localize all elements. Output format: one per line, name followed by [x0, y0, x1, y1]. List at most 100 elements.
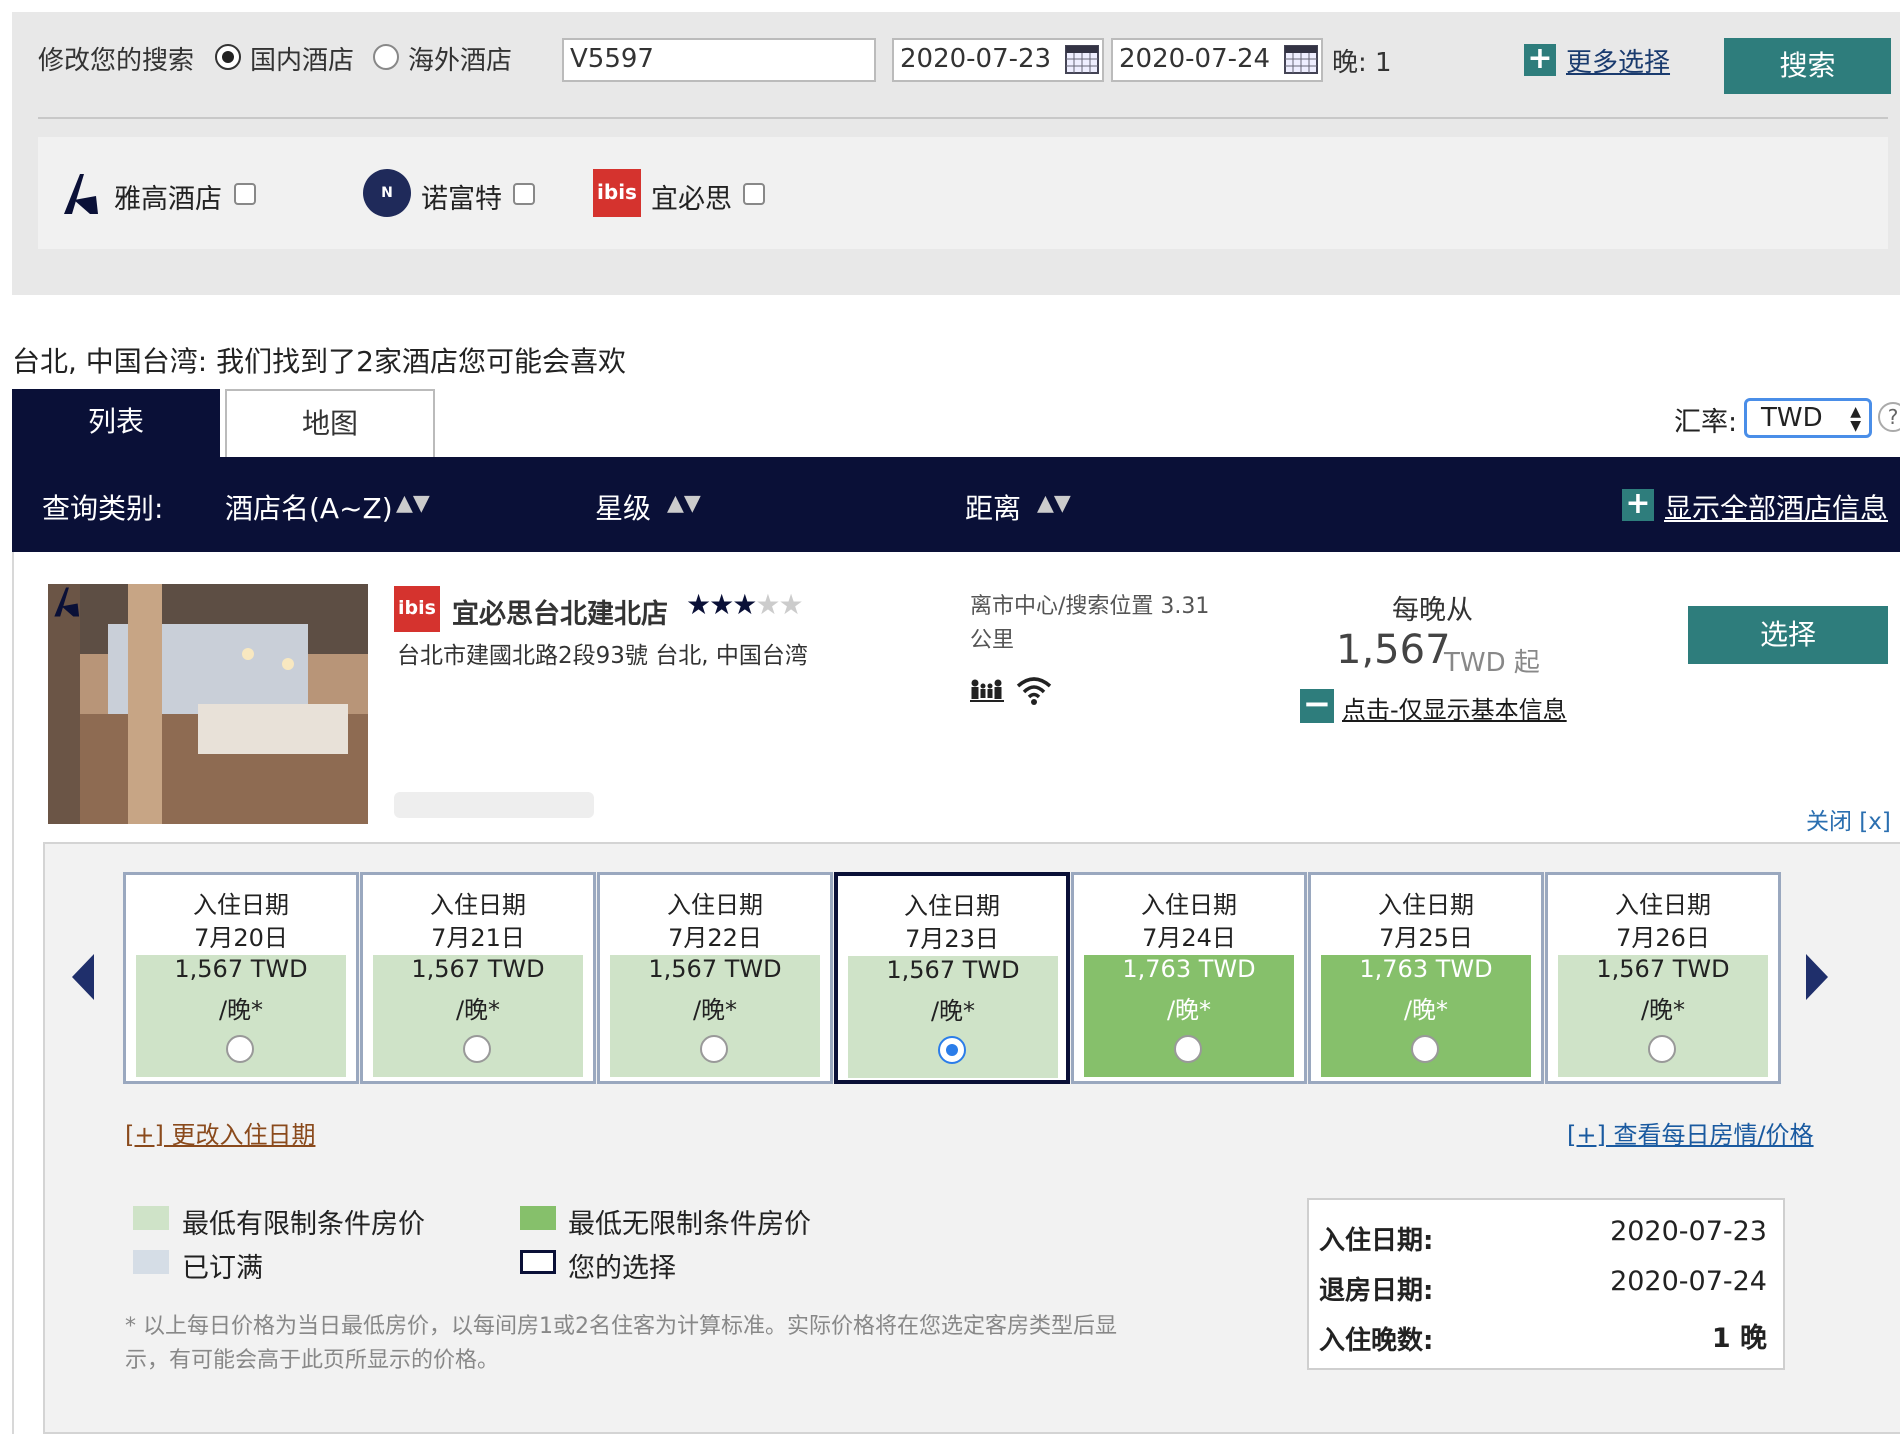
- family-icon: [970, 678, 1004, 708]
- hotel-photo[interactable]: [48, 584, 368, 824]
- select-button[interactable]: 选择: [1688, 606, 1888, 664]
- tab-list[interactable]: 列表: [12, 389, 220, 457]
- radio-domestic-label[interactable]: 国内酒店: [250, 40, 354, 77]
- accor-logo-icon: [50, 586, 82, 622]
- day-checkin-label: 入住日期: [1615, 891, 1711, 919]
- basic-info-link[interactable]: 点击-仅显示基本信息: [1342, 690, 1567, 725]
- calendar-icon[interactable]: [1284, 42, 1318, 74]
- sort-by-stars[interactable]: 星级: [595, 487, 651, 527]
- radio-domestic[interactable]: [215, 44, 241, 70]
- day-date: 7月21日: [431, 924, 525, 952]
- currency-value: TWD: [1761, 403, 1823, 433]
- day-radio[interactable]: [1411, 1035, 1439, 1063]
- day-radio[interactable]: [1648, 1035, 1676, 1063]
- show-all-hotels-link[interactable]: 显示全部酒店信息: [1664, 487, 1888, 527]
- brand-ibis-checkbox[interactable]: [743, 183, 765, 205]
- calendar-day-cell[interactable]: 入住日期 7月23日 1,567 TWD/晚*: [834, 872, 1070, 1084]
- search-button[interactable]: 搜索: [1724, 38, 1891, 94]
- legend-unrestricted-label: 最低无限制条件房价: [568, 1209, 811, 1240]
- sort-bar: 查询类别: 酒店名(A~Z) ▲▼ 星级 ▲▼ 距离 ▲▼ + 显示全部酒店信息: [12, 457, 1900, 552]
- sort-label: 查询类别:: [42, 492, 164, 525]
- day-checkin-label: 入住日期: [193, 891, 289, 919]
- day-date: 7月22日: [668, 924, 762, 952]
- day-per-night: /晚*: [218, 996, 264, 1024]
- day-price-box: 1,567 TWD/晚*: [848, 956, 1058, 1078]
- summary-checkin-label: 入住日期:: [1319, 1226, 1434, 1256]
- sort-by-name[interactable]: 酒店名(A~Z): [225, 487, 393, 527]
- day-price-box: 1,567 TWD/晚*: [1558, 955, 1768, 1077]
- brand-novotel-checkbox[interactable]: [513, 183, 535, 205]
- day-price: 1,567 TWD: [1596, 955, 1730, 983]
- price-note-line1: * 以上每日价格为当日最低房价，以每间房1或2名住客为计算标准。实际价格将在您选…: [125, 1314, 1117, 1339]
- wifi-icon: [1016, 674, 1052, 710]
- plus-icon[interactable]: +: [1622, 489, 1654, 521]
- more-options-link[interactable]: 更多选择: [1566, 42, 1670, 79]
- calendar-day-cell[interactable]: 入住日期 7月24日 1,763 TWD/晚*: [1071, 872, 1307, 1084]
- summary-checkout-label: 退房日期:: [1319, 1276, 1434, 1306]
- day-date: 7月20日: [194, 924, 288, 952]
- next-arrow-icon[interactable]: [1804, 952, 1830, 1006]
- radio-overseas[interactable]: [373, 44, 399, 70]
- tab-map[interactable]: 地图: [225, 389, 435, 457]
- day-radio[interactable]: [938, 1036, 966, 1064]
- day-per-night: /晚*: [930, 997, 976, 1025]
- modify-search-label: 修改您的搜索: [38, 46, 195, 76]
- summary-checkin-value: 2020-07-23: [1610, 1216, 1767, 1247]
- calendar-icon[interactable]: [1065, 42, 1099, 74]
- calendar-day-cell[interactable]: 入住日期 7月22日 1,567 TWD/晚*: [597, 872, 833, 1084]
- summary-nights-value: 1 晚: [1711, 1323, 1767, 1354]
- change-date-link[interactable]: [+] 更改入住日期: [125, 1115, 315, 1150]
- radio-overseas-label[interactable]: 海外酒店: [408, 40, 512, 77]
- day-checkin-label: 入住日期: [1141, 891, 1237, 919]
- sort-stars-arrows-icon[interactable]: ▲▼: [667, 491, 701, 516]
- legend-restricted-swatch: [133, 1206, 169, 1230]
- hotel-address: 台北市建國北路2段93號 台北, 中国台湾: [397, 643, 808, 669]
- day-price-box: 1,567 TWD/晚*: [373, 955, 583, 1077]
- distance-line2: 公里: [970, 628, 1015, 653]
- brand-accor-label: 雅高酒店: [114, 184, 222, 215]
- brand-accor-checkbox[interactable]: [234, 183, 256, 205]
- sort-by-distance[interactable]: 距离: [965, 487, 1021, 527]
- prev-arrow-icon[interactable]: [70, 952, 96, 1006]
- day-radio[interactable]: [1174, 1035, 1202, 1063]
- close-link[interactable]: 关闭 [x]: [1806, 802, 1891, 836]
- day-price-box: 1,567 TWD/晚*: [610, 955, 820, 1077]
- day-radio[interactable]: [463, 1035, 491, 1063]
- star-filled-icon: ★: [709, 588, 734, 621]
- star-empty-icon: ★: [755, 588, 780, 621]
- daily-rates-link[interactable]: [+] 查看每日房情/价格: [1567, 1115, 1814, 1150]
- placeholder-bar: [394, 792, 594, 818]
- plus-icon[interactable]: +: [1524, 44, 1556, 76]
- hotel-name[interactable]: 宜必思台北建北店: [452, 592, 668, 631]
- calendar-day-cell[interactable]: 入住日期 7月21日 1,567 TWD/晚*: [360, 872, 596, 1084]
- star-filled-icon: ★: [686, 588, 711, 621]
- currency-select[interactable]: TWD ▲ ▼: [1744, 398, 1872, 438]
- legend-choice-swatch: [520, 1250, 556, 1274]
- sort-name-arrows-icon[interactable]: ▲▼: [396, 491, 430, 516]
- sort-distance-arrows-icon[interactable]: ▲▼: [1037, 491, 1071, 516]
- distance-line1: 离市中心/搜索位置 3.31: [970, 594, 1210, 619]
- minus-icon[interactable]: −: [1300, 687, 1334, 723]
- day-checkin-label: 入住日期: [430, 891, 526, 919]
- keyword-input[interactable]: V5597: [562, 38, 876, 82]
- help-icon[interactable]: ?: [1878, 402, 1900, 432]
- day-price: 1,567 TWD: [174, 955, 308, 983]
- legend-full-label: 已订满: [182, 1253, 263, 1284]
- day-per-night: /晚*: [692, 996, 738, 1024]
- legend-full-swatch: [133, 1250, 169, 1274]
- calendar-day-cell[interactable]: 入住日期 7月20日 1,567 TWD/晚*: [123, 872, 359, 1084]
- day-radio[interactable]: [226, 1035, 254, 1063]
- select-arrows-icon: ▲ ▼: [1850, 404, 1861, 434]
- legend-restricted-label: 最低有限制条件房价: [182, 1209, 425, 1240]
- hotel-price: 1,567: [1336, 627, 1451, 673]
- day-per-night: /晚*: [1640, 996, 1686, 1024]
- calendar-day-cell[interactable]: 入住日期 7月25日 1,763 TWD/晚*: [1308, 872, 1544, 1084]
- day-radio[interactable]: [700, 1035, 728, 1063]
- star-filled-icon: ★: [732, 588, 757, 621]
- day-price: 1,567 TWD: [648, 955, 782, 983]
- day-price-box: 1,567 TWD/晚*: [136, 955, 346, 1077]
- calendar-day-cell[interactable]: 入住日期 7月26日 1,567 TWD/晚*: [1545, 872, 1781, 1084]
- day-date: 7月26日: [1616, 924, 1710, 952]
- booking-summary: 入住日期: 2020-07-23 退房日期: 2020-07-24 入住晚数: …: [1307, 1198, 1785, 1370]
- day-date: 7月23日: [905, 925, 999, 953]
